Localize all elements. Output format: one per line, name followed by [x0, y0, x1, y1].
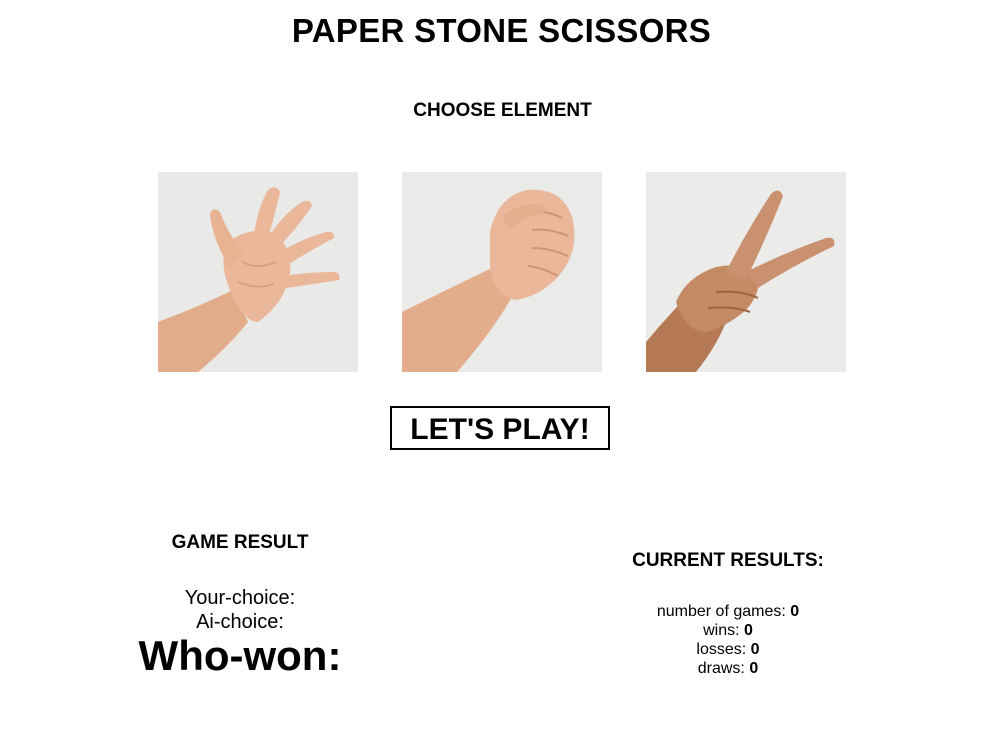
game-result-heading: GAME RESULT: [171, 532, 309, 553]
lets-play-button[interactable]: LET'S PLAY!: [390, 406, 610, 450]
current-results-panel: CURRENT RESULTS: number of games: 0 wins…: [578, 550, 878, 678]
results-stats: number of games: 0 wins: 0 losses: 0 dra…: [578, 602, 878, 678]
wins-count: 0: [744, 622, 753, 639]
who-won-label: Who-won:: [138, 632, 342, 679]
choose-element-heading: CHOOSE ELEMENT: [413, 100, 592, 121]
wins-label: wins:: [703, 622, 744, 639]
losses-label: losses:: [696, 641, 751, 658]
ai-choice-label: Ai-choice:: [196, 611, 284, 633]
your-choice-label: Your-choice:: [184, 587, 296, 609]
page-title: PAPER STONE SCISSORS: [291, 12, 712, 49]
game-result-panel: GAME RESULT Your-choice: Ai-choice: Who-…: [90, 532, 390, 678]
scissors-choice[interactable]: [646, 172, 846, 372]
losses-stat: losses: 0: [578, 640, 878, 659]
game-page: PAPER STONE SCISSORS CHOOSE ELEMENT LET'…: [0, 0, 990, 731]
fist-image: [402, 172, 602, 372]
games-count: 0: [790, 603, 800, 620]
open-hand-image: [158, 172, 358, 372]
games-stat: number of games: 0: [578, 602, 878, 621]
victory-hand-image: [646, 172, 846, 372]
stone-choice[interactable]: [402, 172, 602, 372]
paper-choice[interactable]: [158, 172, 358, 372]
draws-stat: draws: 0: [578, 659, 878, 678]
wins-stat: wins: 0: [578, 621, 878, 640]
games-label: number of games:: [656, 603, 791, 620]
choice-lines: Your-choice: Ai-choice:: [90, 586, 390, 634]
draws-label: draws:: [697, 660, 750, 677]
losses-count: 0: [750, 641, 760, 658]
draws-count: 0: [749, 660, 759, 677]
choice-list: [158, 172, 846, 372]
current-results-heading: CURRENT RESULTS:: [632, 550, 824, 571]
